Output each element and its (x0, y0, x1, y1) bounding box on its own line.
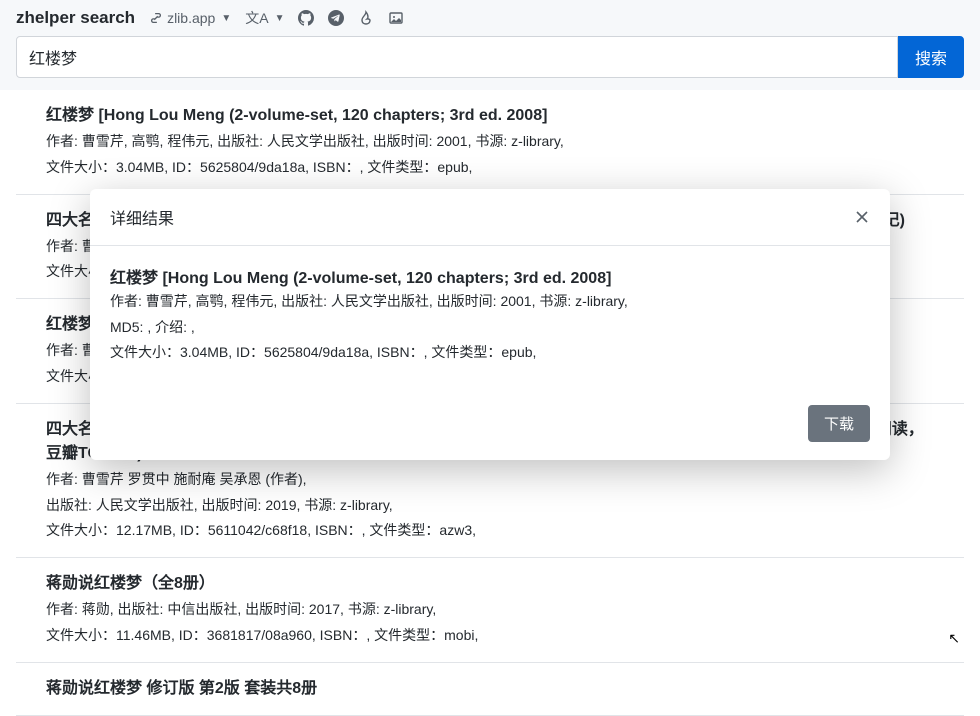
modal-heading: 详细结果 (110, 205, 174, 229)
download-button[interactable]: 下载 (808, 405, 870, 442)
modal-meta: 作者: 曹雪芹, 高鹗, 程伟元, 出版社: 人民文学出版社, 出版时间: 20… (110, 290, 870, 314)
modal-meta: MD5: , 介绍: , (110, 316, 870, 340)
modal-book-title: 红楼梦 [Hong Lou Meng (2-volume-set, 120 ch… (110, 264, 870, 288)
modal-footer: 下载 (90, 393, 890, 460)
detail-modal: 详细结果 红楼梦 [Hong Lou Meng (2-volume-set, 1… (90, 189, 890, 460)
modal-header: 详细结果 (90, 189, 890, 246)
cursor-icon: ↖ (948, 630, 960, 647)
modal-meta: 文件大小：3.04MB, ID：5625804/9da18a, ISBN：, 文… (110, 341, 870, 365)
result-item[interactable]: 蒋勋说红楼梦 修订版 第2版 套装共8册 (16, 663, 964, 716)
result-title: 蒋勋说红楼梦 修订版 第2版 套装共8册 (46, 677, 934, 701)
modal-body: 红楼梦 [Hong Lou Meng (2-volume-set, 120 ch… (90, 246, 890, 393)
close-icon[interactable] (854, 209, 870, 225)
modal-overlay[interactable]: 详细结果 红楼梦 [Hong Lou Meng (2-volume-set, 1… (0, 0, 980, 649)
